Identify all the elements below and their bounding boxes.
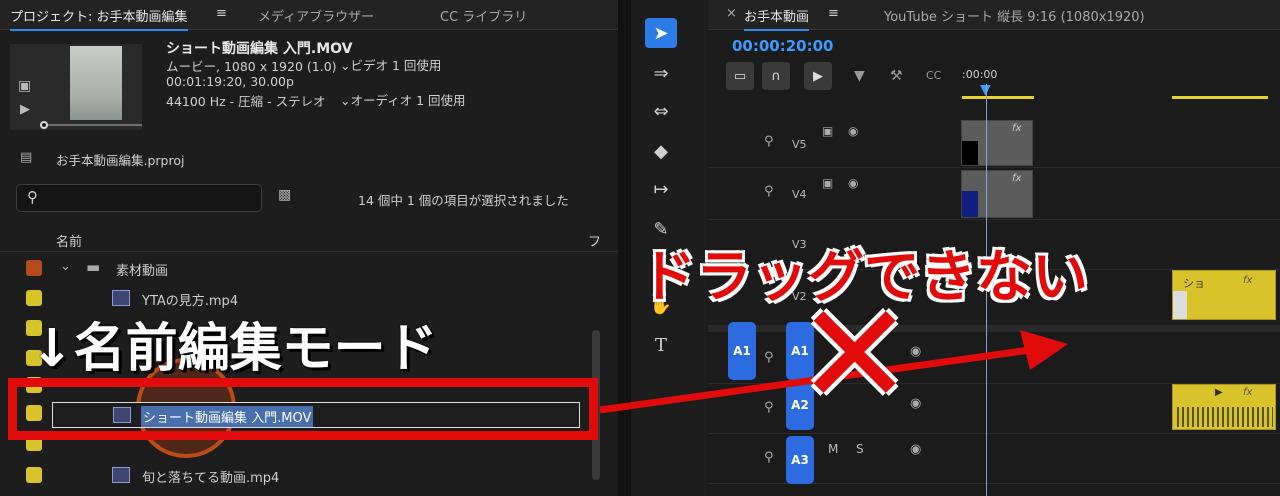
label-color[interactable]	[26, 260, 42, 276]
rename-caption: ↓名前編集モード	[30, 319, 438, 379]
ripple-edit-tool-icon[interactable]: ⇔	[645, 96, 677, 126]
lock-icon[interactable]: ⚲	[764, 184, 774, 199]
track-label: V4	[792, 188, 807, 201]
folder-icon: ▬	[86, 258, 101, 276]
linked-select-icon[interactable]: ▶	[804, 62, 832, 90]
playhead-timecode[interactable]: 00:00:20:00	[732, 37, 834, 55]
folder-name: 素材動画	[116, 264, 169, 279]
track-label: V5	[792, 138, 807, 151]
premiere-screen: プロジェクト: お手本動画編集 ≡ メディアブラウザー CC ライブラリ ▣ ▶…	[0, 0, 1280, 496]
column-name[interactable]: 名前	[56, 231, 82, 250]
captions-icon[interactable]: CC	[926, 69, 941, 82]
project-menu-icon[interactable]: ≡	[216, 6, 227, 21]
find-bin-icon[interactable]: ▩	[278, 187, 291, 203]
column-frame[interactable]: フ	[588, 231, 601, 250]
video-output-icon[interactable]: ▣	[822, 176, 833, 190]
track-select-tool-icon[interactable]: ⇒	[645, 58, 677, 88]
track-label[interactable]: A3	[786, 436, 814, 484]
timeline-tabs: × お手本動画 ≡ YouTube ショート 縦長 9:16 (1080x192…	[708, 0, 1280, 31]
rename-field[interactable]: ショート動画編集 入門.MOV	[52, 402, 580, 428]
snap-icon[interactable]: ∩	[762, 62, 790, 90]
clip-icon	[112, 290, 130, 306]
selection-tool-icon[interactable]: ➤	[645, 18, 677, 48]
tab-cc-libraries[interactable]: CC ライブラリ	[440, 6, 527, 25]
audio-usage: ⌄オーディオ 1 回使用	[340, 93, 466, 108]
chevron-down-icon[interactable]: ⌄	[340, 93, 350, 108]
track-v5: ⚲ V5 ▣ ◉ fx	[708, 118, 1280, 168]
eye-icon[interactable]: ◉	[848, 176, 858, 190]
microphone-icon[interactable]: ◉	[910, 442, 921, 457]
cross-mark-icon: ✕	[796, 274, 914, 437]
speaker-icon: ▶	[1215, 387, 1223, 398]
clip-name: ショート動画編集 入門.MOV	[166, 41, 353, 57]
label-color[interactable]	[26, 290, 42, 306]
column-header: 名前 フ	[0, 226, 618, 252]
tab-project[interactable]: プロジェクト: お手本動画編集	[10, 6, 188, 31]
clip-icon	[112, 467, 130, 483]
folder-up-icon[interactable]: ▤	[20, 150, 32, 165]
rename-text[interactable]: ショート動画編集 入門.MOV	[141, 406, 314, 427]
timeline-clip[interactable]: fx	[961, 170, 1033, 218]
thumbnail-image	[70, 46, 122, 120]
mute-button[interactable]: M	[828, 442, 838, 456]
video-usage: ⌄ビデオ 1 回使用	[340, 58, 442, 73]
clip-duration: 00:01:19:20, 30.00p	[166, 74, 294, 89]
track-a3: ⚲ A3 M S ◉	[708, 434, 1280, 484]
selection-status: 14 個中 1 個の項目が選択されました	[358, 193, 569, 208]
waveform	[1177, 407, 1273, 427]
work-area-bar[interactable]	[962, 96, 1034, 99]
clip-thumbnail: ▣ ▶	[10, 44, 142, 130]
clip-type: ムービー, 1080 x 1920 (1.0)	[166, 59, 337, 74]
search-input[interactable]: ⚲	[16, 184, 262, 212]
lock-icon[interactable]: ⚲	[764, 450, 774, 465]
clip-name: 旬と落ちてる動画.mp4	[142, 471, 280, 486]
thumbnail-scrubber[interactable]	[40, 124, 142, 126]
audio-info: 44100 Hz - 圧縮 - ステレオ	[166, 94, 326, 109]
eye-icon[interactable]: ◉	[848, 124, 858, 138]
marker-icon[interactable]: ▼	[854, 68, 865, 84]
timeline-clip[interactable]: ショ fx	[1172, 270, 1276, 320]
play-icon[interactable]: ▶	[20, 102, 30, 117]
clip-icon	[113, 407, 131, 423]
list-item[interactable]: ⌄ ▬ 素材動画	[0, 253, 600, 283]
tab-media-browser[interactable]: メディアブラウザー	[258, 6, 374, 25]
timeline-clip[interactable]: fx	[961, 120, 1033, 166]
project-file: お手本動画編集.prproj	[56, 153, 185, 168]
chevron-down-icon[interactable]: ⌄	[60, 259, 71, 274]
razor-tool-icon[interactable]: ◆	[645, 136, 677, 166]
track-v4: ⚲ V4 ▣ ◉ fx	[708, 168, 1280, 220]
camera-icon[interactable]: ▣	[18, 78, 31, 94]
project-tabs: プロジェクト: お手本動画編集 ≡ メディアブラウザー CC ライブラリ	[0, 0, 618, 31]
work-area-bar[interactable]	[1172, 96, 1268, 99]
slip-tool-icon[interactable]: ↦	[645, 174, 677, 204]
list-item[interactable]: 旬と落ちてる動画.mp4	[0, 460, 600, 490]
label-color[interactable]	[26, 467, 42, 483]
scrubber-handle[interactable]	[40, 121, 48, 129]
tab-sequence[interactable]: お手本動画	[744, 6, 810, 31]
sequence-menu-icon[interactable]: ≡	[828, 6, 839, 21]
wrench-icon[interactable]: ⚒	[890, 68, 903, 84]
chevron-down-icon[interactable]: ⌄	[340, 58, 350, 73]
audio-clip[interactable]: ▶ fx	[1172, 384, 1276, 430]
tab-sequence-2[interactable]: YouTube ショート 縦長 9:16 (1080x1920)	[884, 6, 1145, 25]
nest-icon[interactable]: ▭	[726, 62, 754, 90]
ruler-start: :00:00	[962, 68, 998, 81]
search-icon: ⚲	[27, 188, 38, 206]
close-icon[interactable]: ×	[726, 6, 737, 21]
lock-icon[interactable]: ⚲	[764, 134, 774, 149]
solo-button[interactable]: S	[856, 442, 864, 456]
video-output-icon[interactable]: ▣	[822, 124, 833, 138]
